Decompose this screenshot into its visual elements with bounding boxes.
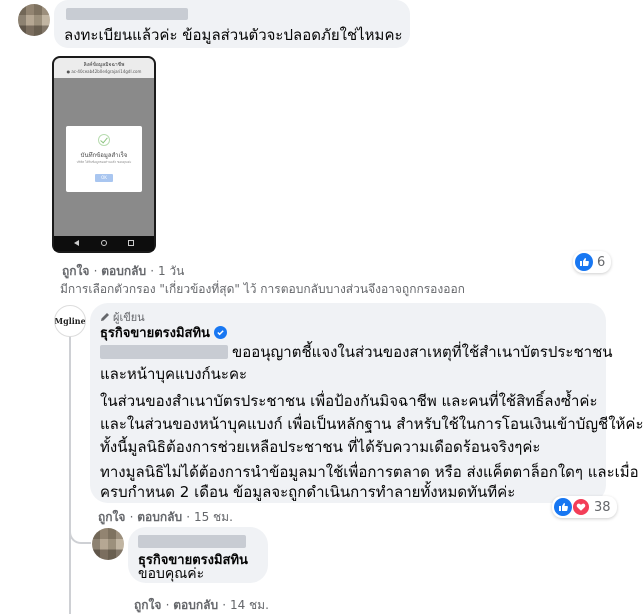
page-reply-actions: ถูกใจ · ตอบกลับ · 15 ชม. <box>98 510 233 524</box>
phone-header-url: ● ac-40ceab42b0e4grajari14gdl.com <box>66 69 142 74</box>
nav-home-icon <box>101 240 107 246</box>
nav-recent-icon <box>128 240 134 246</box>
phone-header-title: ลิงค์ข้อมูลมิจฉาชีพ <box>83 62 125 68</box>
phone-nav-bar <box>54 236 154 251</box>
commenter-avatar[interactable] <box>18 4 50 36</box>
reply-line-7: ครบกำหนด 2 เดือน ข้อมูลจะถูกดำเนินการทำล… <box>100 483 516 501</box>
reply-line-4: และในส่วนของหน้าบุคแบงก์ เพื่อเป็นหลักฐา… <box>100 415 644 433</box>
like-link[interactable]: ถูกใจ <box>98 510 125 524</box>
phone-header: ลิงค์ข้อมูลมิจฉาชีพ ● ac-40ceab42b0e4gra… <box>54 58 154 78</box>
page-author-name[interactable]: ธุรกิจขายตรงมิสทิน <box>100 322 210 343</box>
pencil-icon <box>101 313 109 321</box>
reaction-count: 6 <box>597 254 606 270</box>
comment-time[interactable]: 15 ชม. <box>194 510 233 524</box>
like-reaction-icon <box>575 253 593 271</box>
thread-branch <box>69 520 91 544</box>
dialog-ok-button[interactable]: OK <box>95 174 113 182</box>
comment1-reactions[interactable]: 6 <box>573 251 612 273</box>
success-dialog: บันทึกข้อมูลสำเร็จ บริษัท ได้รับข้อมูลขอ… <box>66 126 142 192</box>
nav-back-icon <box>74 240 79 246</box>
dialog-text: บริษัท ได้รับข้อมูลของท่านแล้ว ขอบคุณค่ะ <box>76 160 132 164</box>
reply-line-3: ในส่วนของสำเนาบัตรประชาชน เพื่อป้องกันมิ… <box>100 392 598 410</box>
reply2-avatar[interactable] <box>92 528 124 560</box>
comment-time[interactable]: 14 ชม. <box>230 598 269 612</box>
reply-line-5: ทั้งนี้มูลนิธิต้องการช่วยเหลือประชาชน ที… <box>100 438 541 456</box>
reply-line-6: ทางมูลนิธิไม่ได้ต้องการนำข้อมูลมาใช้เพื่… <box>100 463 639 481</box>
reply-line-1: ขออนุญาตชี้แจงในส่วนของสาเหตุที่ใช้สำเนา… <box>232 343 613 361</box>
comment-time[interactable]: 1 วัน <box>158 264 184 278</box>
reply2-name-blurred[interactable] <box>138 535 246 548</box>
like-link[interactable]: ถูกใจ <box>62 264 89 278</box>
reply-line-2: และหน้าบุคแบงก์นะคะ <box>100 365 248 383</box>
reaction-count: 38 <box>594 499 611 515</box>
like-link[interactable]: ถูกใจ <box>134 598 161 612</box>
tagged-name-blurred[interactable] <box>100 345 228 359</box>
comment1-actions: ถูกใจ · ตอบกลับ · 1 วัน <box>62 264 185 278</box>
thread-connector <box>69 334 71 614</box>
check-icon <box>98 134 110 146</box>
filter-note: มีการเลือกตัวกรอง "เกี่ยวข้องที่สุด" ไว้… <box>60 282 465 296</box>
comment-bubble: ลงทะเบียนแล้วค่ะ ข้อมูลส่วนตัวจะปลอดภัยใ… <box>54 0 410 48</box>
commenter-name-blurred[interactable] <box>66 8 188 20</box>
reply2-bubble: ธุรกิจขายตรงมิสทิน ขอบคุณค่ะ <box>128 527 268 583</box>
comment-text: ลงทะเบียนแล้วค่ะ ข้อมูลส่วนตัวจะปลอดภัยใ… <box>64 26 403 44</box>
like-reaction-icon <box>554 498 572 516</box>
page-author-row: ธุรกิจขายตรงมิสทิน <box>100 322 227 343</box>
love-reaction-icon <box>572 498 590 516</box>
verified-badge-icon <box>213 326 227 339</box>
reply2-actions: ถูกใจ · ตอบกลับ · 14 ชม. <box>134 598 269 612</box>
reply-link[interactable]: ตอบกลับ <box>173 598 218 612</box>
page-reply-bubble: ผู้เขียน ธุรกิจขายตรงมิสทิน ขออนุญาตชี้แ… <box>90 303 644 503</box>
comment-image-attachment[interactable]: ลิงค์ข้อมูลมิจฉาชีพ ● ac-40ceab42b0e4gra… <box>52 56 156 253</box>
reply-link[interactable]: ตอบกลับ <box>137 510 182 524</box>
dialog-title: บันทึกข้อมูลสำเร็จ <box>80 152 128 159</box>
page-reply-reactions[interactable]: 38 <box>552 496 617 518</box>
phone-screen: บันทึกข้อมูลสำเร็จ บริษัท ได้รับข้อมูลขอ… <box>54 78 154 236</box>
page-avatar[interactable]: Mgline <box>54 305 86 337</box>
reply-link[interactable]: ตอบกลับ <box>101 264 146 278</box>
page-avatar-logo: Mgline <box>54 316 86 326</box>
reply2-text: ขอบคุณค่ะ <box>138 566 205 582</box>
